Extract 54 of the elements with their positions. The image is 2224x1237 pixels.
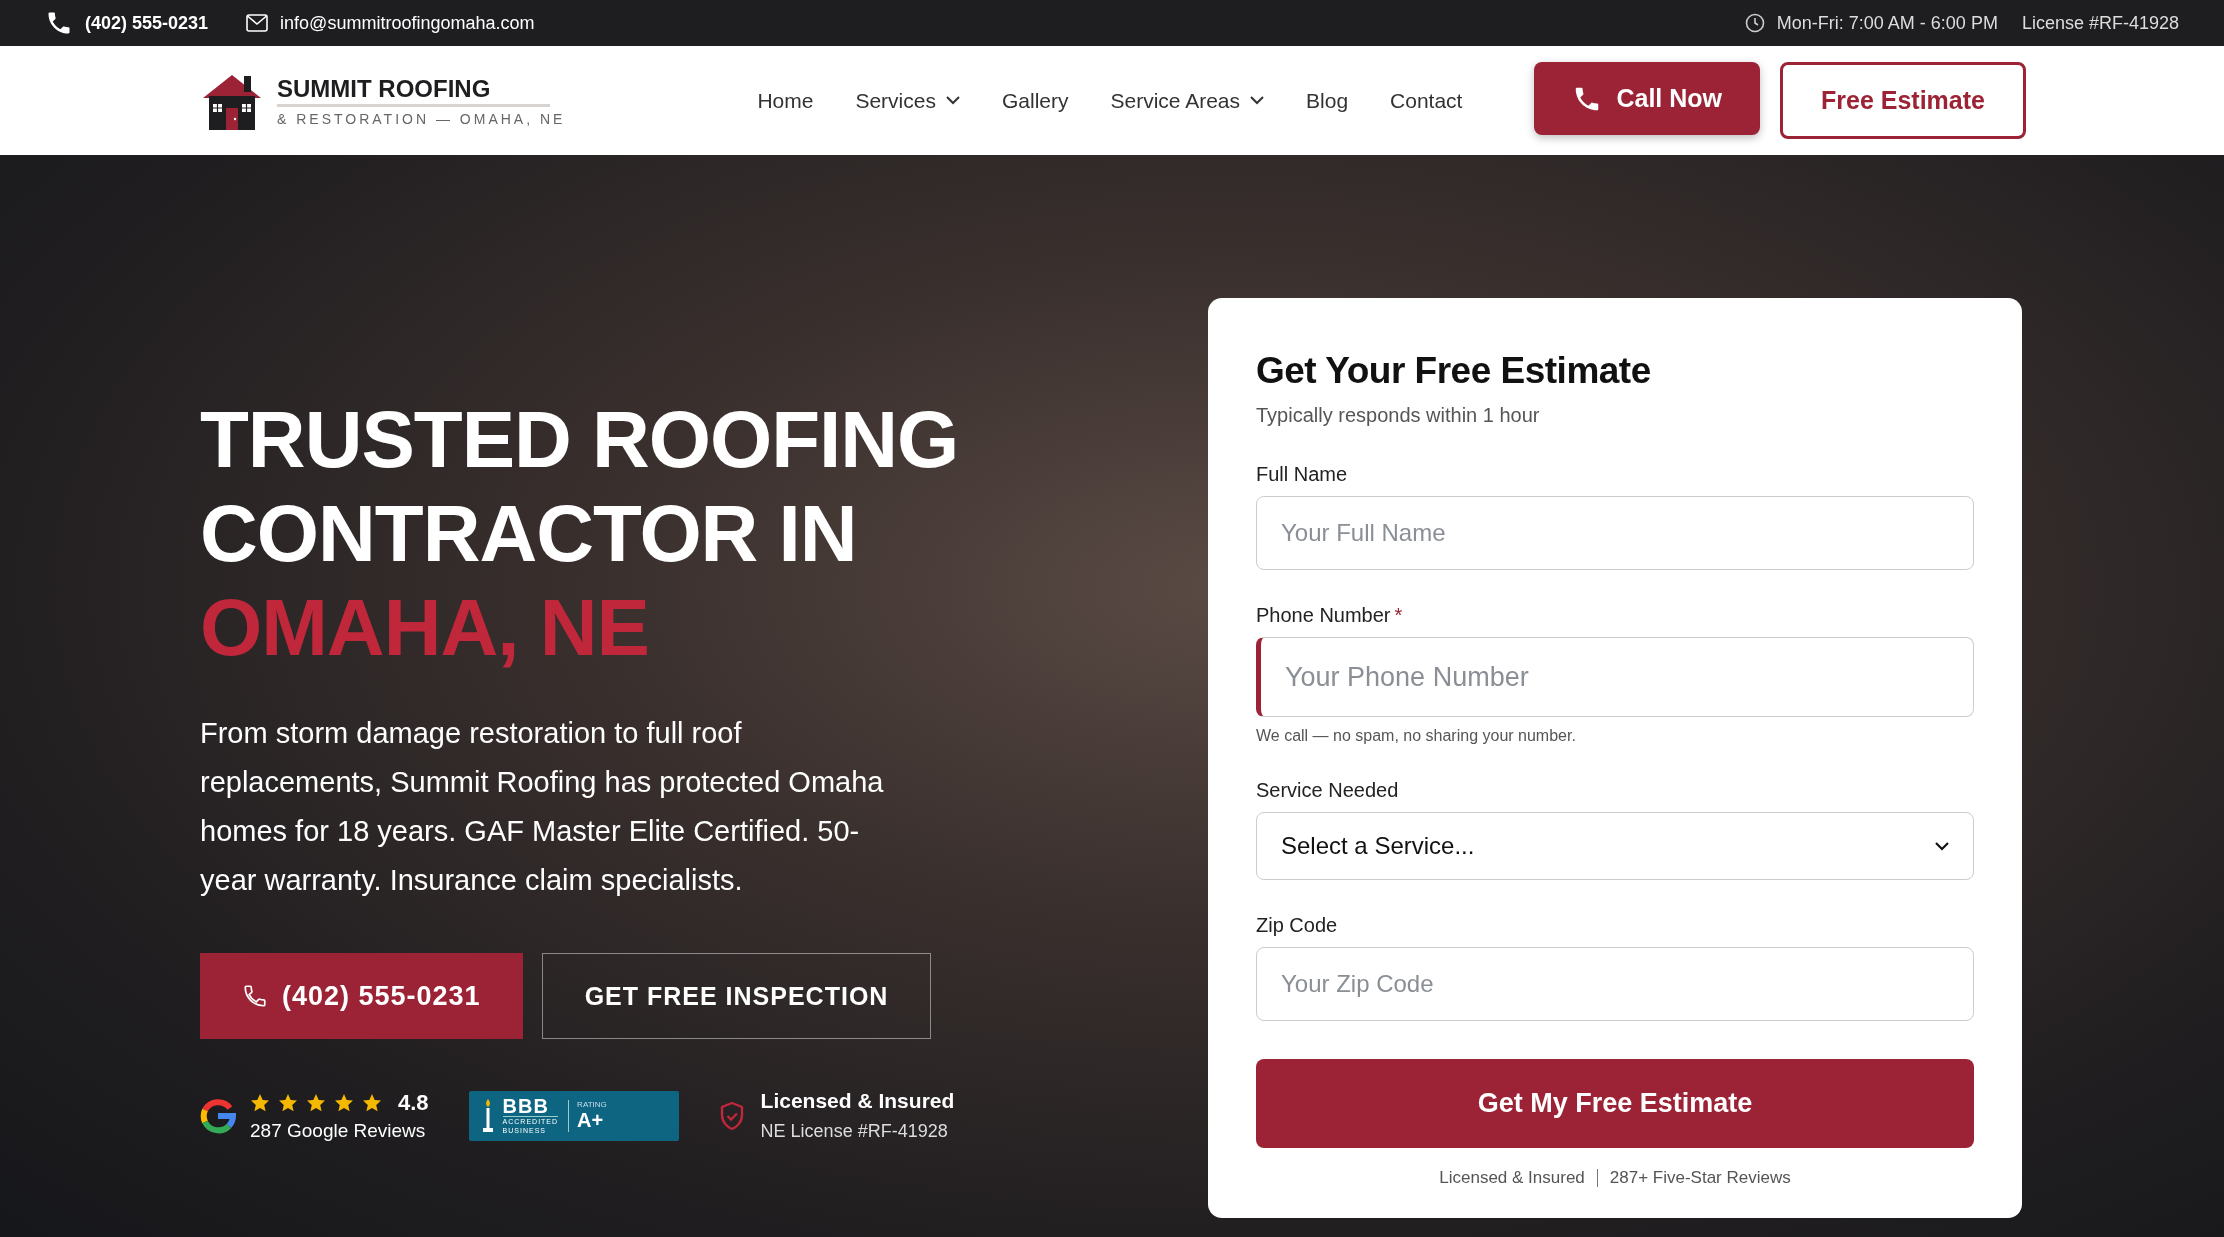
badge-rating: A+ xyxy=(577,1108,605,1132)
hero-description: From storm damage restoration to full roof replacements, Summit Roofing has protected Omaha homes for 18 years. GAF Master Elite Certified. 50-year warranty. Insurance claim specialists. xyxy=(200,716,885,898)
field-label: Zip Code xyxy=(1256,914,1338,936)
chevron-down-icon xyxy=(1935,841,1949,851)
badge-rating-label: RATING xyxy=(577,1099,607,1109)
field-label: Service Needed xyxy=(1256,779,1399,801)
clock-icon xyxy=(1744,13,1765,33)
license-number: NE License #RF-41928 xyxy=(760,1121,949,1142)
badge-mark: BBB xyxy=(502,1096,559,1117)
select-field[interactable]: Select a Service... xyxy=(1256,812,1974,880)
review-count: 287 Google Reviews xyxy=(250,1119,427,1142)
nav-link[interactable]: Contact xyxy=(1390,88,1463,113)
license-number: License #RF-41928 xyxy=(2021,12,2179,34)
business-hours: Mon-Fri: 7:00 AM - 6:00 PM xyxy=(1776,12,1998,34)
free-inspection-button[interactable]: GET FREE INSPECTION xyxy=(541,953,932,1039)
free-estimate-button[interactable]: Free Estimate xyxy=(1780,62,2026,139)
input-field[interactable]: Your Full Name xyxy=(1256,496,1974,570)
nav-link[interactable]: Home xyxy=(757,88,814,113)
torch-icon xyxy=(482,1098,493,1133)
phone-icon xyxy=(242,983,268,1009)
call-phone-button[interactable]: (402) 555-0231 xyxy=(200,953,523,1039)
trust-note: 287+ Five-Star Reviews xyxy=(1609,1168,1791,1188)
email-address[interactable]: info@summitroofingomaha.com xyxy=(280,12,535,34)
mail-icon xyxy=(246,14,269,32)
star-icon xyxy=(250,1092,270,1113)
nav-link[interactable]: Services xyxy=(855,88,960,113)
call-now-button[interactable]: Call Now xyxy=(1534,62,1760,135)
chevron-down-icon xyxy=(1250,96,1265,105)
form-title: Get Your Free Estimate xyxy=(1256,350,1652,392)
submit-button[interactable]: Get My Free Estimate xyxy=(1256,1059,1974,1148)
license-title: Licensed & Insured xyxy=(760,1089,955,1113)
brand-name: SUMMIT ROOFING xyxy=(277,74,551,107)
nav-link[interactable]: Blog xyxy=(1306,88,1349,113)
field-label: Full Name xyxy=(1256,463,1348,485)
shield-check-icon xyxy=(718,1100,745,1131)
phone-number[interactable]: (402) 555-0231 xyxy=(85,12,209,34)
trust-note: Licensed & Insured xyxy=(1439,1168,1585,1188)
star-icon xyxy=(334,1092,354,1113)
star-icon xyxy=(362,1092,382,1113)
star-icon xyxy=(306,1092,326,1113)
hero-headline: TRUSTED ROOFING CONTRACTOR IN OMAHA, NE xyxy=(200,394,960,674)
nav-link[interactable]: Gallery xyxy=(1001,88,1069,113)
rating-value: 4.8 xyxy=(398,1089,429,1116)
google-g-icon xyxy=(200,1097,236,1134)
chevron-down-icon xyxy=(945,96,960,105)
input-field[interactable]: Your Zip Code xyxy=(1256,947,1974,1021)
form-subtitle: Typically responds within 1 hour xyxy=(1256,404,1541,427)
nav-link[interactable]: Service Areas xyxy=(1110,88,1265,113)
brand-tagline: & RESTORATION — OMAHA, NE xyxy=(277,110,566,127)
required-mark: * xyxy=(1394,604,1403,626)
field-hint: We call — no spam, no sharing your number. xyxy=(1256,727,1577,745)
input-field[interactable]: Your Phone Number xyxy=(1256,637,1974,717)
star-icon xyxy=(278,1092,298,1113)
field-label: Phone Number xyxy=(1256,604,1391,626)
